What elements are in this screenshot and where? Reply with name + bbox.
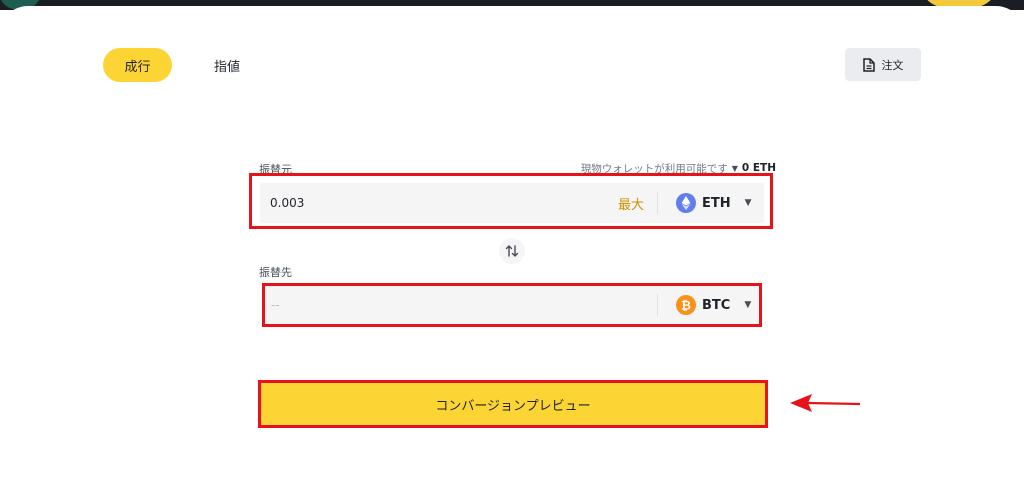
field-divider xyxy=(657,192,658,214)
chevron-down-icon: ▼ xyxy=(744,300,752,310)
orders-button[interactable]: 注文 xyxy=(845,48,921,81)
svg-text:₿: ₿ xyxy=(681,299,691,313)
wallet-availability-text: 現物ウォレットが利用可能です xyxy=(580,162,728,175)
red-arrow-annotation xyxy=(790,394,861,412)
to-coin-name: BTC xyxy=(702,297,731,313)
from-coin-select[interactable]: ETH ▼ xyxy=(676,183,768,223)
eth-icon xyxy=(676,193,696,213)
to-amount-field: ₿ BTC ▼ xyxy=(264,286,759,324)
max-button[interactable]: 最大 xyxy=(614,183,648,223)
to-label: 振替先 xyxy=(259,266,292,279)
to-coin-select[interactable]: ₿ BTC ▼ xyxy=(676,286,768,324)
swap-button[interactable] xyxy=(499,238,525,264)
wallet-availability: 現物ウォレットが利用可能です ▼ 0 ETH xyxy=(540,160,776,176)
to-amount-input[interactable] xyxy=(271,286,571,324)
swap-arrows-icon xyxy=(505,244,519,258)
available-balance: 0 ETH xyxy=(741,162,776,174)
tab-market-order[interactable]: 成行 xyxy=(103,48,172,82)
tab-limit-order[interactable]: 指値 xyxy=(204,48,250,82)
field-divider xyxy=(657,294,658,316)
from-amount-field: 最大 ETH ▼ xyxy=(260,183,764,223)
from-coin-name: ETH xyxy=(702,195,731,211)
btc-icon: ₿ xyxy=(676,295,696,315)
caret-down-icon[interactable]: ▼ xyxy=(732,164,738,173)
from-label: 振替元 xyxy=(259,163,292,176)
from-amount-input[interactable] xyxy=(270,183,570,223)
chevron-down-icon: ▼ xyxy=(744,198,752,208)
orders-button-label: 注文 xyxy=(881,58,904,72)
conversion-preview-button[interactable]: コンバージョンプレビュー xyxy=(261,383,765,425)
document-icon xyxy=(862,57,875,72)
